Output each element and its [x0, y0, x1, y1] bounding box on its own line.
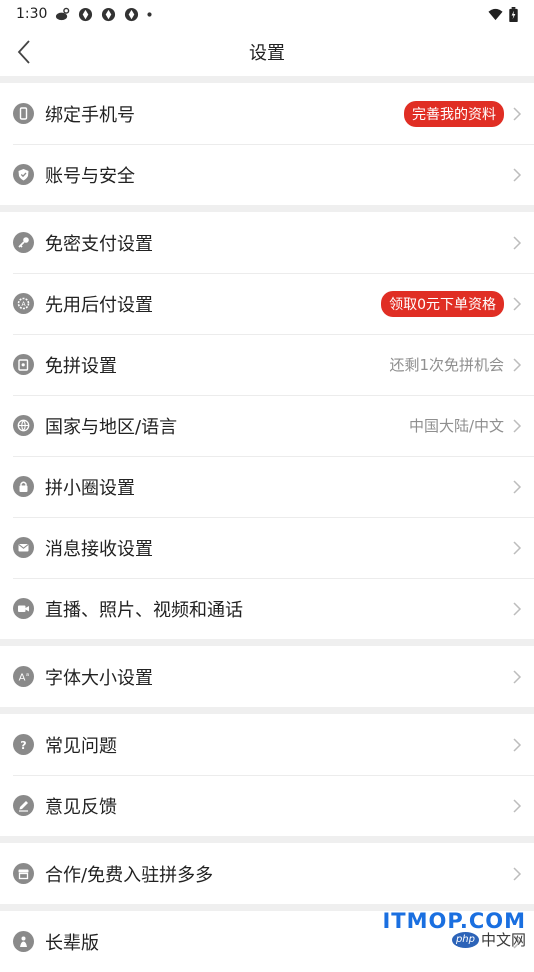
store-icon [13, 863, 34, 884]
card-icon [13, 354, 34, 375]
mail-icon [13, 537, 34, 558]
nav-bar: 设置 [0, 28, 534, 76]
settings-group: ? 常见问题意见反馈 [0, 714, 534, 836]
back-button[interactable] [10, 36, 38, 68]
settings-group: Aa 字体大小设置 [0, 646, 534, 707]
app-notification-icon [102, 7, 116, 21]
app-notification-icon [125, 7, 139, 21]
settings-row[interactable]: ? 常见问题 [0, 714, 534, 775]
settings-row-value: 中国大陆/中文 [408, 417, 504, 435]
svg-text:A: A [19, 673, 26, 684]
settings-row-value: 还剩1次免拼机会 [389, 356, 504, 374]
gear-badge-icon: A [13, 293, 34, 314]
chevron-right-icon [513, 669, 522, 684]
settings-group: 免密支付设置 A 先用后付设置 领取0元下单资格免拼设置 还剩1次免拼机会国家与地区/语… [0, 212, 534, 639]
watermark-php: php [451, 932, 479, 948]
chevron-right-icon [513, 479, 522, 494]
question-icon: ? [13, 734, 34, 755]
font-size-icon: Aa [13, 666, 34, 687]
pencil-icon [13, 795, 34, 816]
watermark-site: ITMOP.COM [382, 909, 526, 933]
settings-row-label: 拼小圈设置 [45, 477, 135, 499]
settings-row-label: 直播、照片、视频和通话 [45, 599, 243, 621]
settings-row-label: 字体大小设置 [45, 667, 153, 689]
settings-row-label: 账号与安全 [45, 165, 135, 187]
chevron-right-icon [513, 357, 522, 372]
section-divider [0, 639, 534, 646]
section-divider [0, 205, 534, 212]
settings-row-label: 合作/免费入驻拼多多 [45, 864, 214, 886]
camera-icon [13, 598, 34, 619]
lock-icon [13, 476, 34, 497]
settings-row[interactable]: 拼小圈设置 [0, 456, 534, 517]
status-time: 1:30 [16, 6, 48, 22]
settings-row[interactable]: Aa 字体大小设置 [0, 646, 534, 707]
settings-row[interactable]: 绑定手机号 完善我的资料 [0, 83, 534, 144]
settings-row[interactable]: 免拼设置 还剩1次免拼机会 [0, 334, 534, 395]
settings-row[interactable]: 直播、照片、视频和通话 [0, 578, 534, 639]
settings-row[interactable]: 合作/免费入驻拼多多 [0, 843, 534, 904]
promo-badge[interactable]: 领取0元下单资格 [381, 290, 504, 317]
section-divider [0, 836, 534, 843]
settings-row-label: 消息接收设置 [45, 538, 153, 560]
settings-row[interactable]: 免密支付设置 [0, 212, 534, 273]
settings-group: 合作/免费入驻拼多多 [0, 843, 534, 904]
settings-row-label: 意见反馈 [45, 796, 117, 818]
chevron-right-icon [513, 540, 522, 555]
chevron-right-icon [513, 737, 522, 752]
svg-text:?: ? [20, 739, 26, 751]
weibo-icon [56, 7, 70, 20]
settings-list: 绑定手机号 完善我的资料账号与安全免密支付设置 A 先用后付设置 领取0元下单资格免拼设… [0, 76, 534, 972]
promo-badge[interactable]: 完善我的资料 [404, 100, 504, 127]
chevron-right-icon [513, 296, 522, 311]
status-bar: 1:30 [0, 0, 534, 28]
globe-icon [13, 415, 34, 436]
settings-row-label: 先用后付设置 [45, 294, 153, 316]
app-notification-icon [79, 7, 93, 21]
chevron-right-icon [513, 418, 522, 433]
watermark-cn: 中文网 [480, 931, 526, 949]
elder-icon [13, 931, 34, 952]
back-arrow-icon [17, 40, 30, 64]
settings-row-label: 长辈版 [45, 932, 99, 954]
svg-text:a: a [26, 672, 29, 678]
section-divider [0, 707, 534, 714]
svg-text:A: A [21, 301, 26, 308]
shield-icon [13, 164, 34, 185]
settings-group: 绑定手机号 完善我的资料账号与安全 [0, 83, 534, 205]
settings-row-label: 免拼设置 [45, 355, 117, 377]
settings-row[interactable]: 意见反馈 [0, 775, 534, 836]
settings-row-label: 常见问题 [45, 735, 117, 757]
settings-row[interactable]: 消息接收设置 [0, 517, 534, 578]
more-notifications-dot-icon [147, 11, 153, 17]
wifi-icon [488, 8, 503, 20]
chevron-right-icon [513, 798, 522, 813]
key-icon [13, 232, 34, 253]
chevron-right-icon [513, 167, 522, 182]
settings-row[interactable]: 国家与地区/语言 中国大陆/中文 [0, 395, 534, 456]
phone-icon [13, 103, 34, 124]
chevron-right-icon [513, 106, 522, 121]
settings-row-label: 国家与地区/语言 [45, 416, 178, 438]
section-divider [0, 76, 534, 83]
settings-row[interactable]: A 先用后付设置 领取0元下单资格 [0, 273, 534, 334]
settings-row[interactable]: 账号与安全 [0, 144, 534, 205]
settings-row-label: 绑定手机号 [45, 104, 135, 126]
chevron-right-icon [513, 601, 522, 616]
page-title: 设置 [249, 43, 285, 64]
watermark: ITMOP.COM php 中文网 [382, 910, 526, 950]
chevron-right-icon [513, 866, 522, 881]
chevron-right-icon [513, 235, 522, 250]
settings-row-label: 免密支付设置 [45, 233, 153, 255]
battery-icon [509, 6, 518, 22]
